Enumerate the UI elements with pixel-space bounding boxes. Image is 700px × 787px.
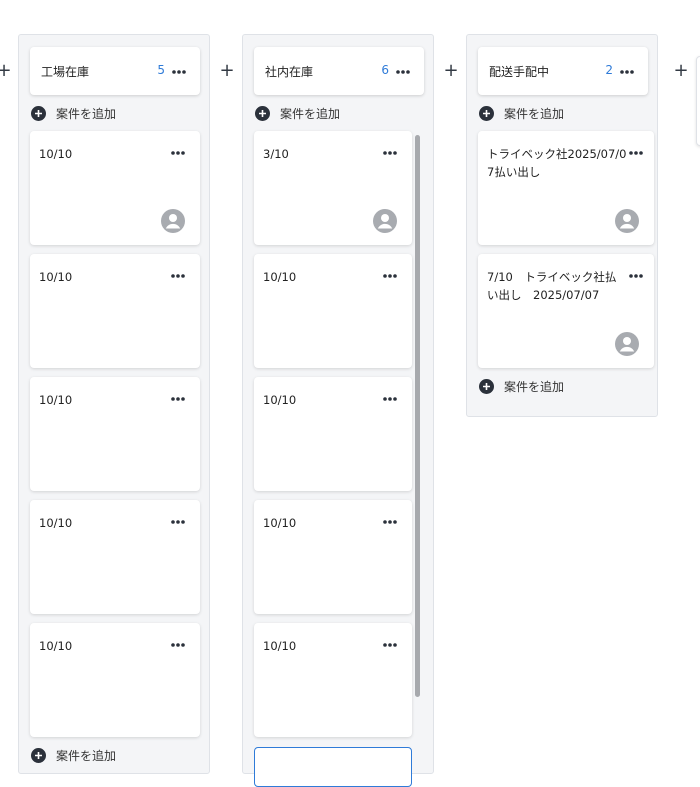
add-case-label: 案件を追加 [504, 106, 565, 121]
card-more-icon[interactable] [168, 269, 188, 283]
column-more-icon[interactable] [617, 65, 637, 79]
plus-circle-icon [255, 105, 270, 121]
card-title: 7/10 トライベック社払い出し 2025/07/07 [487, 270, 617, 302]
case-card[interactable]: トライベック社2025/07/07払い出し [478, 131, 654, 245]
card-more-icon[interactable] [168, 392, 188, 406]
case-card[interactable]: 10/10 [254, 377, 412, 491]
card-more-icon[interactable] [626, 146, 646, 160]
add-column-plus-icon[interactable]: + [219, 58, 235, 84]
card-more-icon[interactable] [380, 638, 400, 652]
add-case-label: 案件を追加 [56, 748, 117, 763]
column-count: 2 [605, 63, 613, 77]
user-avatar-icon[interactable] [615, 209, 639, 233]
add-column-plus-icon[interactable]: + [443, 58, 459, 84]
add-column-plus-icon[interactable]: + [673, 58, 689, 84]
next-column-edge [696, 56, 700, 146]
card-more-icon[interactable] [626, 269, 646, 283]
kanban-column: 配送手配中 2 案件を追加 トライベック社2025/07/07払い出し 7/10… [466, 34, 658, 417]
case-card[interactable]: 10/10 [30, 131, 200, 245]
add-case-button[interactable]: 案件を追加 [31, 745, 116, 765]
case-card[interactable]: 10/10 [254, 254, 412, 368]
column-title: 社内在庫 [265, 65, 314, 79]
add-case-button[interactable]: 案件を追加 [479, 103, 564, 123]
card-more-icon[interactable] [380, 515, 400, 529]
plus-circle-icon [31, 105, 46, 121]
card-title: 10/10 [39, 516, 73, 530]
card-more-icon[interactable] [168, 638, 188, 652]
plus-circle-icon [479, 105, 494, 121]
user-avatar-icon[interactable] [615, 332, 639, 356]
card-more-icon[interactable] [380, 392, 400, 406]
column-header: 工場在庫 5 [30, 47, 200, 95]
card-title: 10/10 [39, 639, 73, 653]
case-card[interactable]: 10/10 [254, 500, 412, 614]
new-card-input[interactable] [254, 747, 412, 787]
case-card[interactable]: 10/10 [254, 623, 412, 737]
case-card[interactable]: 10/10 [30, 623, 200, 737]
card-title: 10/10 [39, 393, 73, 407]
card-title: 10/10 [39, 270, 73, 284]
kanban-column: 工場在庫 5 案件を追加 10/10 10/10 10/10 10/10 10/… [18, 34, 210, 774]
add-case-label: 案件を追加 [280, 106, 341, 121]
add-case-label: 案件を追加 [504, 379, 565, 394]
case-card[interactable]: 10/10 [30, 500, 200, 614]
user-avatar-icon[interactable] [373, 209, 397, 233]
card-title: 10/10 [39, 147, 73, 161]
add-case-button[interactable]: 案件を追加 [479, 376, 564, 396]
plus-circle-icon [479, 378, 494, 394]
column-title: 配送手配中 [489, 65, 550, 79]
add-case-button[interactable]: 案件を追加 [255, 103, 340, 123]
card-more-icon[interactable] [168, 146, 188, 160]
add-case-button[interactable]: 案件を追加 [31, 103, 116, 123]
user-avatar-icon[interactable] [161, 209, 185, 233]
kanban-column: 社内在庫 6 案件を追加 3/10 10/10 10/10 10/10 10/1… [242, 34, 434, 787]
column-count: 5 [157, 63, 165, 77]
add-column-plus-icon[interactable]: + [0, 58, 12, 84]
column-count: 6 [381, 63, 389, 77]
card-title: トライベック社2025/07/07払い出し [487, 147, 627, 179]
column-title: 工場在庫 [41, 65, 90, 79]
plus-circle-icon [31, 747, 46, 763]
column-header: 配送手配中 2 [478, 47, 648, 95]
case-card[interactable]: 7/10 トライベック社払い出し 2025/07/07 [478, 254, 654, 368]
card-more-icon[interactable] [380, 146, 400, 160]
column-more-icon[interactable] [169, 65, 189, 79]
add-case-label: 案件を追加 [56, 106, 117, 121]
column-more-icon[interactable] [393, 65, 413, 79]
case-card[interactable]: 10/10 [30, 377, 200, 491]
column-scrollbar[interactable] [415, 135, 420, 697]
column-header: 社内在庫 6 [254, 47, 424, 95]
card-more-icon[interactable] [380, 269, 400, 283]
case-card[interactable]: 10/10 [30, 254, 200, 368]
case-card[interactable]: 3/10 [254, 131, 412, 245]
card-more-icon[interactable] [168, 515, 188, 529]
